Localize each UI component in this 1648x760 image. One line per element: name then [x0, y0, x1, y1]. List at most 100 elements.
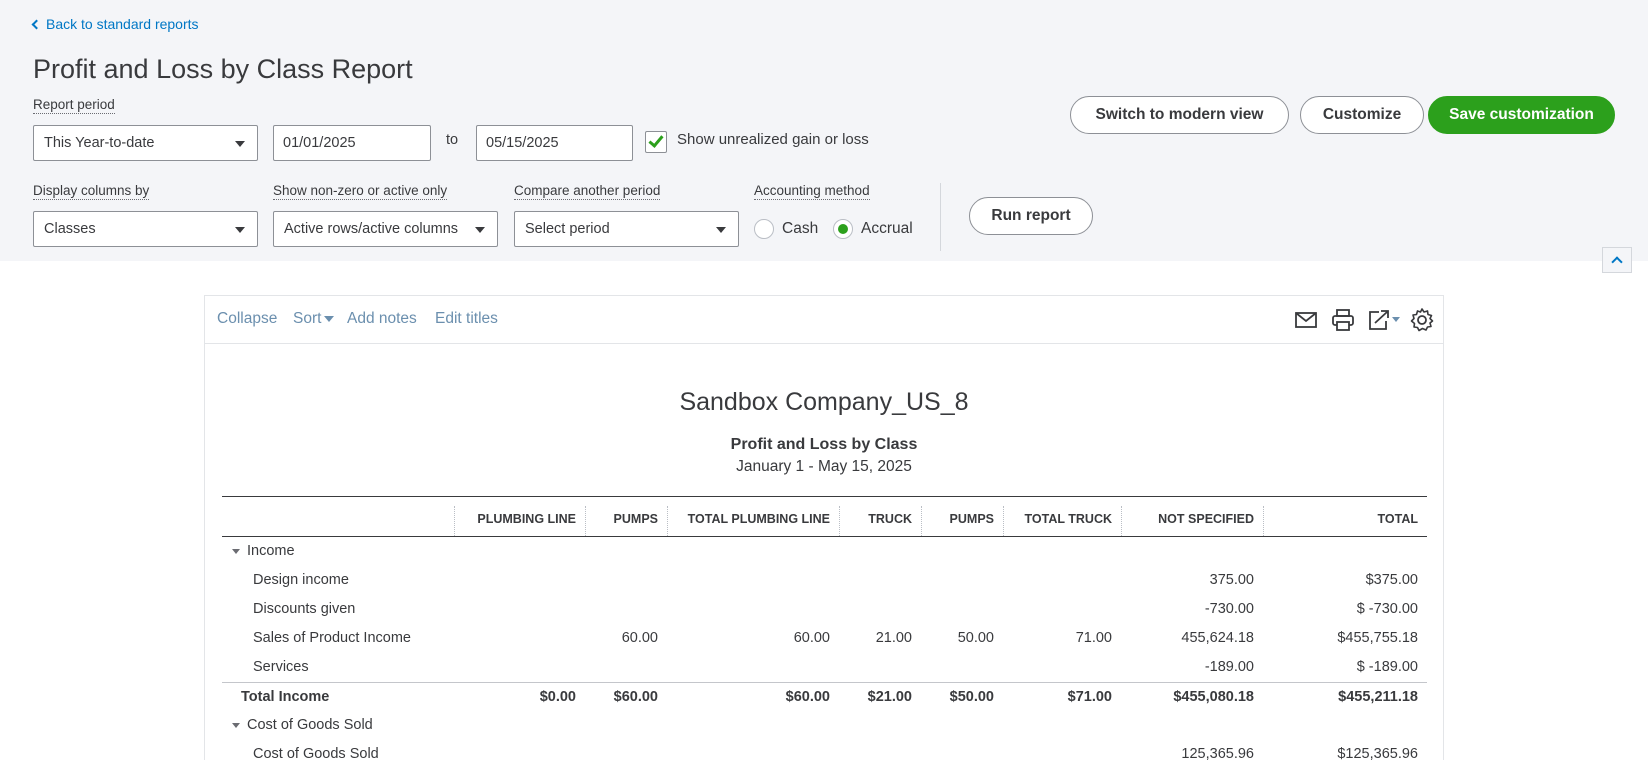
- accrual-radio[interactable]: [833, 219, 853, 239]
- report-title: Profit and Loss by Class: [730, 436, 918, 453]
- table-cell[interactable]: 125,365.96: [1121, 746, 1263, 760]
- report-period-label: Report period: [33, 97, 115, 114]
- table-cell[interactable]: -189.00: [1121, 659, 1263, 675]
- chevron-up-icon: [1611, 256, 1623, 268]
- display-columns-select[interactable]: Classes: [33, 211, 258, 247]
- table-cell: $60.00: [785, 689, 830, 705]
- table-cell[interactable]: 60.00: [667, 630, 839, 646]
- display-columns-label: Display columns by: [33, 183, 150, 200]
- table-row: Cost of Goods Sold 125,365.96 $125,365.96: [222, 740, 1427, 760]
- to-date-input[interactable]: 05/15/2025: [476, 125, 633, 161]
- table-cell[interactable]: 60.00: [585, 630, 667, 646]
- table-cell[interactable]: -730.00: [1121, 601, 1263, 617]
- chevron-left-icon: [31, 19, 42, 30]
- row-label[interactable]: Sales of Product Income: [253, 630, 411, 646]
- table-cell: $50.00: [949, 689, 994, 705]
- email-icon[interactable]: [1293, 307, 1319, 333]
- compare-period-value: Select period: [525, 221, 610, 237]
- table-cell: $21.00: [867, 689, 912, 705]
- caret-down-icon: [235, 227, 245, 233]
- back-link-label: Back to standard reports: [46, 16, 199, 32]
- row-label: Cost of Goods Sold: [232, 717, 373, 733]
- run-report-button[interactable]: Run report: [969, 197, 1093, 235]
- accrual-label: Accrual: [861, 220, 913, 237]
- table-cell: $455,080.18: [1173, 689, 1254, 705]
- compare-period-label: Compare another period: [514, 183, 661, 200]
- column-header: TRUCK: [839, 506, 921, 536]
- table-row: Services -189.00 $ -189.00: [222, 653, 1427, 682]
- edit-titles-link[interactable]: Edit titles: [435, 310, 498, 328]
- caret-down-icon: [716, 227, 726, 233]
- table-cell: $60.00: [613, 689, 658, 705]
- table-cell[interactable]: $375.00: [1263, 572, 1427, 588]
- caret-down-icon: [235, 141, 245, 147]
- column-header: PLUMBING LINE: [454, 506, 585, 536]
- table-cell[interactable]: 455,624.18: [1121, 630, 1263, 646]
- table-cell[interactable]: $ -730.00: [1263, 601, 1427, 617]
- column-header: PUMPS: [585, 506, 667, 536]
- cash-label: Cash: [782, 220, 819, 237]
- row-label[interactable]: Cost of Goods Sold: [253, 746, 379, 760]
- page-title: Profit and Loss by Class Report: [33, 54, 413, 84]
- display-columns-value: Classes: [44, 221, 96, 237]
- report-date-range: January 1 - May 15, 2025: [736, 458, 912, 475]
- report-toolbar: Collapse Sort Add notes Edit titles: [205, 296, 1443, 344]
- row-label[interactable]: Design income: [253, 572, 349, 588]
- table-row: Discounts given -730.00 $ -730.00: [222, 595, 1427, 624]
- row-label[interactable]: Discounts given: [253, 601, 355, 617]
- from-date-input[interactable]: 01/01/2025: [273, 125, 431, 161]
- add-notes-link[interactable]: Add notes: [347, 310, 417, 328]
- nonzero-select[interactable]: Active rows/active columns: [273, 211, 498, 247]
- table-row: Design income 375.00 $375.00: [222, 566, 1427, 595]
- row-label[interactable]: Services: [253, 659, 309, 675]
- gear-icon[interactable]: [1409, 307, 1435, 333]
- section-row[interactable]: Cost of Goods Sold: [222, 711, 1427, 740]
- company-name: Sandbox Company_US_8: [679, 388, 969, 416]
- table-cell[interactable]: 50.00: [921, 630, 1003, 646]
- cash-radio[interactable]: [754, 219, 774, 239]
- customize-button[interactable]: Customize: [1300, 96, 1424, 134]
- column-header: TOTAL PLUMBING LINE: [667, 506, 839, 536]
- unrealized-gain-checkbox[interactable]: [645, 131, 667, 153]
- column-header: TOTAL TRUCK: [1003, 506, 1121, 536]
- switch-modern-view-button[interactable]: Switch to modern view: [1070, 96, 1289, 134]
- table-cell[interactable]: $ -189.00: [1263, 659, 1427, 675]
- table-cell[interactable]: 21.00: [839, 630, 921, 646]
- vertical-divider: [940, 183, 941, 251]
- table-cell[interactable]: $125,365.96: [1263, 746, 1427, 760]
- table-cell[interactable]: 71.00: [1003, 630, 1121, 646]
- row-label-text: Income: [247, 543, 295, 559]
- sort-link[interactable]: Sort: [293, 310, 335, 328]
- to-label: to: [446, 132, 459, 148]
- table-row: Sales of Product Income 60.00 60.00 21.00 50…: [222, 624, 1427, 653]
- save-customization-button[interactable]: Save customization: [1428, 96, 1615, 134]
- table-cell[interactable]: 375.00: [1121, 572, 1263, 588]
- nonzero-value: Active rows/active columns: [284, 221, 459, 237]
- to-date-value: 05/15/2025: [486, 135, 559, 151]
- caret-down-icon[interactable]: [232, 548, 240, 554]
- caret-down-icon[interactable]: [232, 722, 240, 728]
- row-label: Total Income: [241, 689, 330, 705]
- report-period-value: This Year-to-date: [44, 135, 155, 151]
- radio-selected-dot: [838, 224, 848, 234]
- checkmark-icon: [648, 132, 664, 148]
- back-to-reports-link[interactable]: Back to standard reports: [31, 16, 199, 32]
- accounting-method-label: Accounting method: [754, 183, 870, 200]
- unrealized-gain-label: Show unrealized gain or loss: [677, 131, 869, 148]
- caret-down-icon: [475, 227, 485, 233]
- table-cell: $0.00: [539, 689, 576, 705]
- table-cell[interactable]: $455,755.18: [1263, 630, 1427, 646]
- column-header: TOTAL: [1263, 506, 1427, 536]
- filter-panel: Back to standard reports Profit and Loss…: [0, 0, 1648, 261]
- section-row[interactable]: Income: [222, 537, 1427, 566]
- collapse-panel-toggle[interactable]: [1602, 247, 1632, 273]
- collapse-link[interactable]: Collapse: [217, 310, 277, 328]
- table-header: PLUMBING LINE PUMPS TOTAL PLUMBING LINE TRU…: [222, 496, 1427, 537]
- export-icon[interactable]: [1365, 307, 1401, 333]
- caret-down-icon: [324, 315, 335, 322]
- compare-period-select[interactable]: Select period: [514, 211, 739, 247]
- report-period-select[interactable]: This Year-to-date: [33, 125, 258, 161]
- print-icon[interactable]: [1330, 307, 1356, 333]
- column-header: PUMPS: [921, 506, 1003, 536]
- nonzero-label: Show non-zero or active only: [273, 183, 448, 200]
